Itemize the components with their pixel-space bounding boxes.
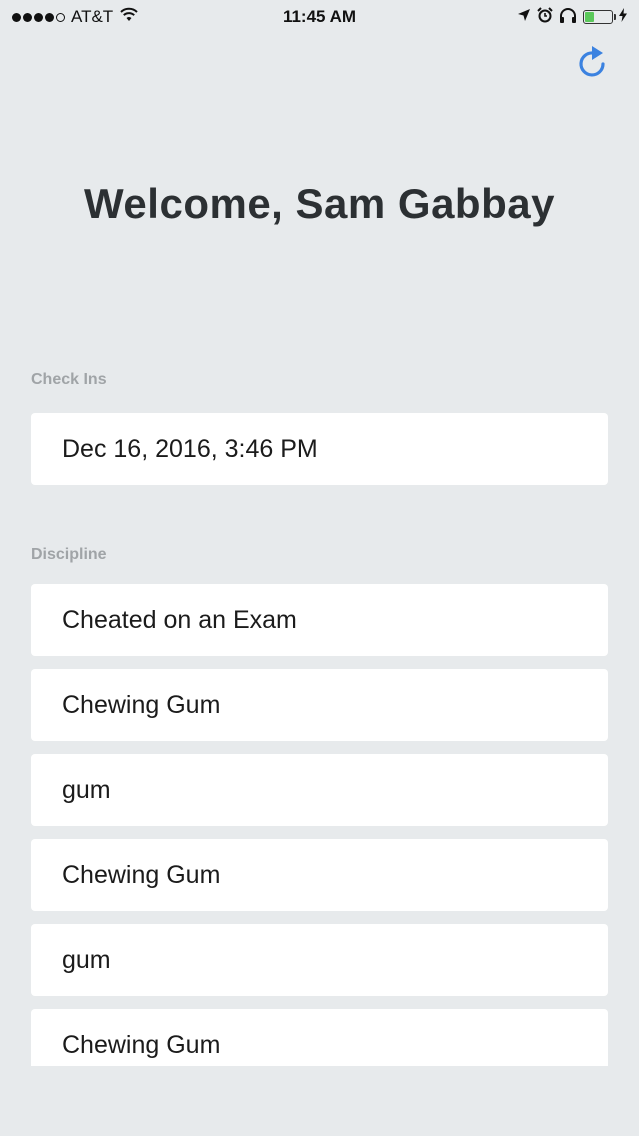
discipline-item[interactable]: Chewing Gum: [31, 839, 608, 911]
discipline-item[interactable]: gum: [31, 754, 608, 826]
alarm-clock-icon: [537, 6, 553, 28]
refresh-icon: [576, 44, 610, 85]
discipline-item-label: Cheated on an Exam: [62, 605, 297, 634]
discipline-item[interactable]: Chewing Gum: [31, 1009, 608, 1066]
status-bar-left: AT&T: [12, 7, 139, 28]
screen: AT&T 11:45 AM Welcome, Sam Gabbay Check …: [0, 0, 639, 1136]
check-in-date: Dec 16, 2016, 3:46 PM: [62, 434, 318, 463]
discipline-item-label: Chewing Gum: [62, 1030, 221, 1059]
discipline-item-label: gum: [62, 945, 111, 974]
page-title: Welcome, Sam Gabbay: [84, 180, 555, 227]
discipline-item-label: gum: [62, 775, 111, 804]
battery-icon: [583, 10, 616, 24]
discipline-item[interactable]: Cheated on an Exam: [31, 584, 608, 656]
battery-level: [585, 12, 595, 22]
discipline-item-label: Chewing Gum: [62, 860, 221, 889]
location-arrow-icon: [517, 7, 531, 27]
discipline-list[interactable]: Cheated on an Exam Chewing Gum gum Chewi…: [0, 584, 639, 1066]
charging-bolt-icon: [619, 7, 627, 27]
section-label-discipline: Discipline: [31, 546, 107, 563]
refresh-button[interactable]: [575, 44, 611, 84]
discipline-item[interactable]: gum: [31, 924, 608, 996]
signal-strength-icon: [12, 12, 65, 22]
status-bar-right: [517, 6, 627, 28]
headphones-icon: [559, 7, 577, 28]
status-bar: AT&T 11:45 AM: [0, 0, 639, 34]
check-in-item[interactable]: Dec 16, 2016, 3:46 PM: [31, 413, 608, 485]
discipline-item-label: Chewing Gum: [62, 690, 221, 719]
section-label-check-ins: Check Ins: [31, 371, 107, 388]
carrier-name: AT&T: [71, 7, 114, 26]
wifi-icon: [119, 7, 139, 28]
discipline-item[interactable]: Chewing Gum: [31, 669, 608, 741]
